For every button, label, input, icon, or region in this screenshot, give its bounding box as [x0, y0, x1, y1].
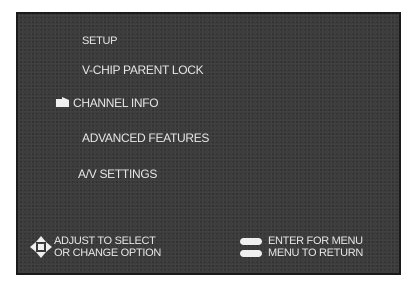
footer-enter-line: ENTER FOR MENU	[268, 235, 363, 247]
footer-adjust-line1: ADJUST TO SELECT	[54, 235, 156, 247]
menu-item-vchip-parent-lock[interactable]: V-CHIP PARENT LOCK	[82, 63, 204, 77]
tv-frame: SETUP V-CHIP PARENT LOCK CHANNEL INFO AD…	[0, 0, 417, 287]
menu-item-channel-info[interactable]: CHANNEL INFO	[73, 96, 159, 110]
menu-item-advanced-features[interactable]: ADVANCED FEATURES	[82, 131, 209, 145]
enter-button-icon	[240, 238, 262, 245]
osd-screen: SETUP V-CHIP PARENT LOCK CHANNEL INFO AD…	[16, 12, 401, 275]
dpad-arrows-icon	[30, 236, 52, 258]
menu-button-icon	[240, 250, 262, 257]
menu-title: SETUP	[82, 35, 118, 47]
pointing-hand-icon	[56, 97, 69, 107]
footer-return-line: MENU TO RETURN	[268, 247, 364, 259]
menu-item-av-settings[interactable]: A/V SETTINGS	[78, 167, 157, 181]
footer-adjust-line2: OR CHANGE OPTION	[54, 247, 162, 259]
